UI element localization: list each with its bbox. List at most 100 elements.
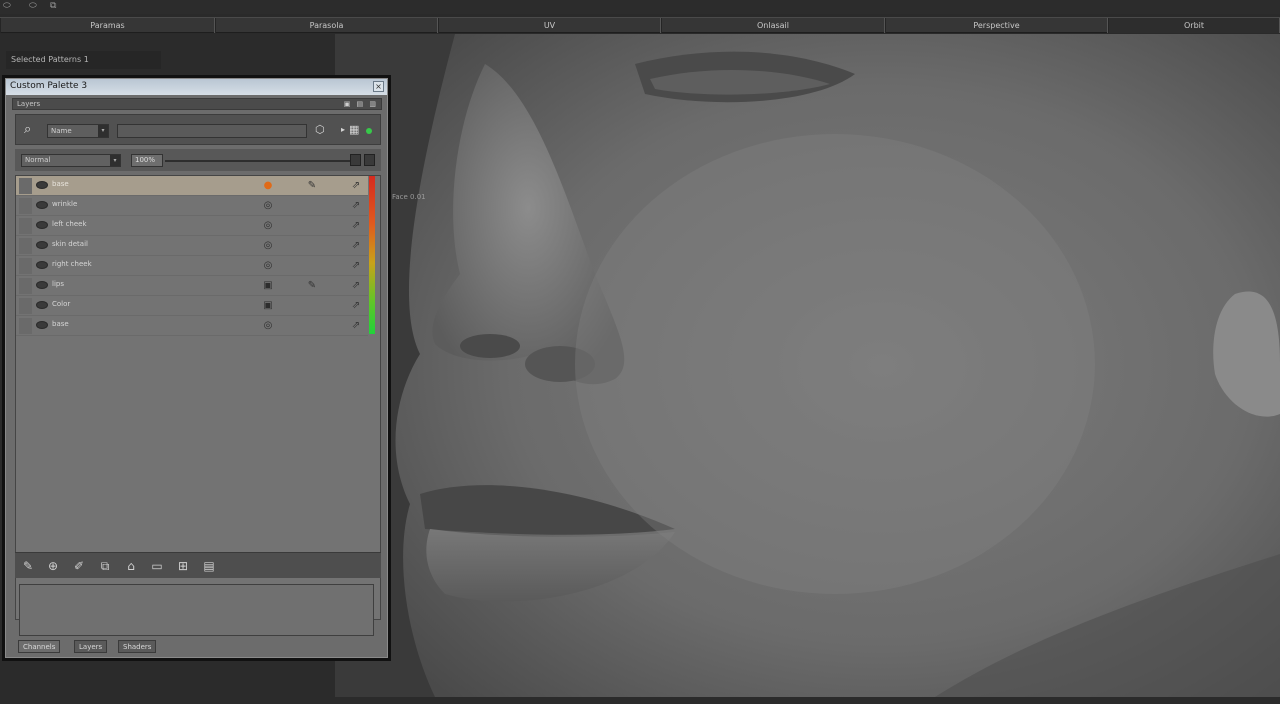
layer-row[interactable]: lips ▣ ✎ ⇗ — [16, 276, 368, 296]
palette-body: Custom Palette 3 × Layers ▣ ▤ ▥ ⌕ Name ▾… — [5, 78, 388, 658]
layer-row[interactable]: skin detail ◎ ⇗ — [16, 236, 368, 256]
brush-icon[interactable] — [305, 259, 319, 273]
status-indicator — [366, 128, 372, 134]
filter-row: ⌕ Name ▾ ⬡ ▸ ▦ — [15, 114, 381, 145]
layer-row[interactable]: right cheek ◎ ⇗ — [16, 256, 368, 276]
header-buttons[interactable]: ▣ ▤ ▥ — [344, 99, 378, 110]
visibility-icon[interactable] — [36, 241, 48, 249]
drag-handle[interactable] — [19, 298, 32, 314]
grid-icon[interactable]: ▦ — [349, 123, 359, 137]
tool-icon[interactable]: ⬭ — [29, 2, 45, 11]
layers-header-label: Layers — [17, 100, 41, 108]
face-sculpt-render[interactable] — [335, 34, 1280, 697]
folder-icon[interactable]: ▭ — [148, 558, 166, 574]
export-icon[interactable]: ⇗ — [349, 239, 363, 253]
options-icon[interactable] — [364, 154, 375, 166]
brush-icon[interactable] — [305, 199, 319, 213]
drag-handle[interactable] — [19, 198, 32, 214]
opacity-field[interactable]: 100% — [131, 154, 163, 167]
drag-handle[interactable] — [19, 238, 32, 254]
layer-name: Color — [52, 300, 71, 308]
tab-uv[interactable]: UV — [438, 18, 661, 33]
active-layer-icon[interactable]: ● — [261, 179, 275, 193]
mask-icon[interactable]: ◎ — [261, 219, 275, 233]
palette-titlebar[interactable]: Custom Palette 3 × — [6, 79, 387, 95]
tab-channels[interactable]: Channels — [18, 640, 61, 653]
export-icon[interactable]: ⇗ — [349, 319, 363, 333]
close-icon[interactable]: × — [373, 81, 384, 92]
drag-handle[interactable] — [19, 258, 32, 274]
drag-handle[interactable] — [19, 278, 32, 294]
export-icon[interactable]: ⇗ — [349, 259, 363, 273]
drag-handle[interactable] — [19, 218, 32, 234]
tab-shaders[interactable]: Shaders — [118, 640, 157, 653]
drag-handle[interactable] — [19, 178, 32, 194]
visibility-icon[interactable] — [36, 201, 48, 209]
brush-icon[interactable]: ✎ — [305, 179, 319, 193]
brush-layer-icon[interactable]: ✐ — [70, 558, 88, 574]
palette-title: Custom Palette 3 — [10, 81, 88, 91]
new-layer-icon[interactable]: ⊕ — [44, 558, 62, 574]
export-icon[interactable]: ⇗ — [349, 279, 363, 293]
mask-icon[interactable]: ⬡ — [315, 123, 325, 137]
layer-row[interactable]: base ◎ ⇗ — [16, 316, 368, 336]
visibility-icon[interactable] — [36, 221, 48, 229]
tab-perspective[interactable]: Perspective — [885, 18, 1108, 33]
tool-icon[interactable]: ⬭ — [3, 2, 19, 11]
brush-icon[interactable] — [305, 219, 319, 233]
duplicate-icon[interactable]: ⧉ — [96, 558, 114, 574]
search-input[interactable] — [117, 124, 307, 138]
filter-select[interactable]: Name ▾ — [47, 124, 109, 138]
lock-icon[interactable] — [350, 154, 361, 166]
layer-name: base — [52, 320, 69, 328]
layer-name: lips — [52, 280, 64, 288]
mask-icon[interactable]: ◎ — [261, 319, 275, 333]
mask-icon[interactable]: ◎ — [261, 199, 275, 213]
export-icon[interactable]: ⇗ — [349, 219, 363, 233]
fill-icon[interactable]: ⌂ — [122, 558, 140, 574]
paint-icon[interactable]: ✎ — [19, 558, 37, 574]
tab-orbit[interactable]: Orbit — [1108, 18, 1280, 33]
layer-notes-field[interactable] — [19, 584, 374, 636]
visibility-icon[interactable] — [36, 261, 48, 269]
layer-type-icon[interactable]: ▣ — [261, 299, 275, 313]
layer-name: left cheek — [52, 220, 87, 228]
tool-icon[interactable]: ⧉ — [50, 2, 66, 11]
layer-row[interactable]: Color ▣ ⇗ — [16, 296, 368, 316]
delete-icon[interactable]: ▤ — [200, 558, 218, 574]
brush-icon[interactable] — [305, 299, 319, 313]
visibility-icon[interactable] — [36, 281, 48, 289]
export-icon[interactable]: ⇗ — [349, 199, 363, 213]
brush-icon[interactable]: ✎ — [305, 279, 319, 293]
tab-onlasail[interactable]: Onlasail — [661, 18, 885, 33]
layer-row[interactable]: base ● ✎ ⇗ — [16, 176, 368, 196]
mask-icon[interactable]: ◎ — [261, 239, 275, 253]
chevron-down-icon: ▾ — [110, 155, 120, 166]
tab-parasola[interactable]: Parasola — [215, 18, 438, 33]
export-icon[interactable]: ⇗ — [349, 179, 363, 193]
visibility-icon[interactable] — [36, 181, 48, 189]
chevron-down-icon: ▾ — [98, 125, 108, 137]
layer-row[interactable]: wrinkle ◎ ⇗ — [16, 196, 368, 216]
merge-icon[interactable]: ⊞ — [174, 558, 192, 574]
brush-icon[interactable] — [305, 319, 319, 333]
blend-mode-select[interactable]: Normal ▾ — [21, 154, 121, 167]
visibility-icon[interactable] — [36, 301, 48, 309]
brush-icon[interactable] — [305, 239, 319, 253]
selection-label: Selected Patterns 1 — [6, 51, 161, 69]
search-icon[interactable]: ⌕ — [24, 122, 40, 138]
tab-layers[interactable]: Layers — [74, 640, 108, 653]
layer-row[interactable]: left cheek ◎ ⇗ — [16, 216, 368, 236]
layers-header: Layers ▣ ▤ ▥ — [12, 98, 382, 110]
arrow-icon[interactable]: ▸ — [341, 123, 345, 137]
mask-icon[interactable]: ◎ — [261, 259, 275, 273]
drag-handle[interactable] — [19, 318, 32, 334]
export-icon[interactable]: ⇗ — [349, 299, 363, 313]
blend-mode-value: Normal — [25, 156, 51, 164]
layer-type-icon[interactable]: ▣ — [261, 279, 275, 293]
layer-name: base — [52, 180, 69, 188]
visibility-icon[interactable] — [36, 321, 48, 329]
custom-palette-window: Custom Palette 3 × Layers ▣ ▤ ▥ ⌕ Name ▾… — [2, 75, 391, 661]
opacity-slider[interactable] — [165, 160, 351, 162]
tab-paramas[interactable]: Paramas — [0, 18, 215, 33]
